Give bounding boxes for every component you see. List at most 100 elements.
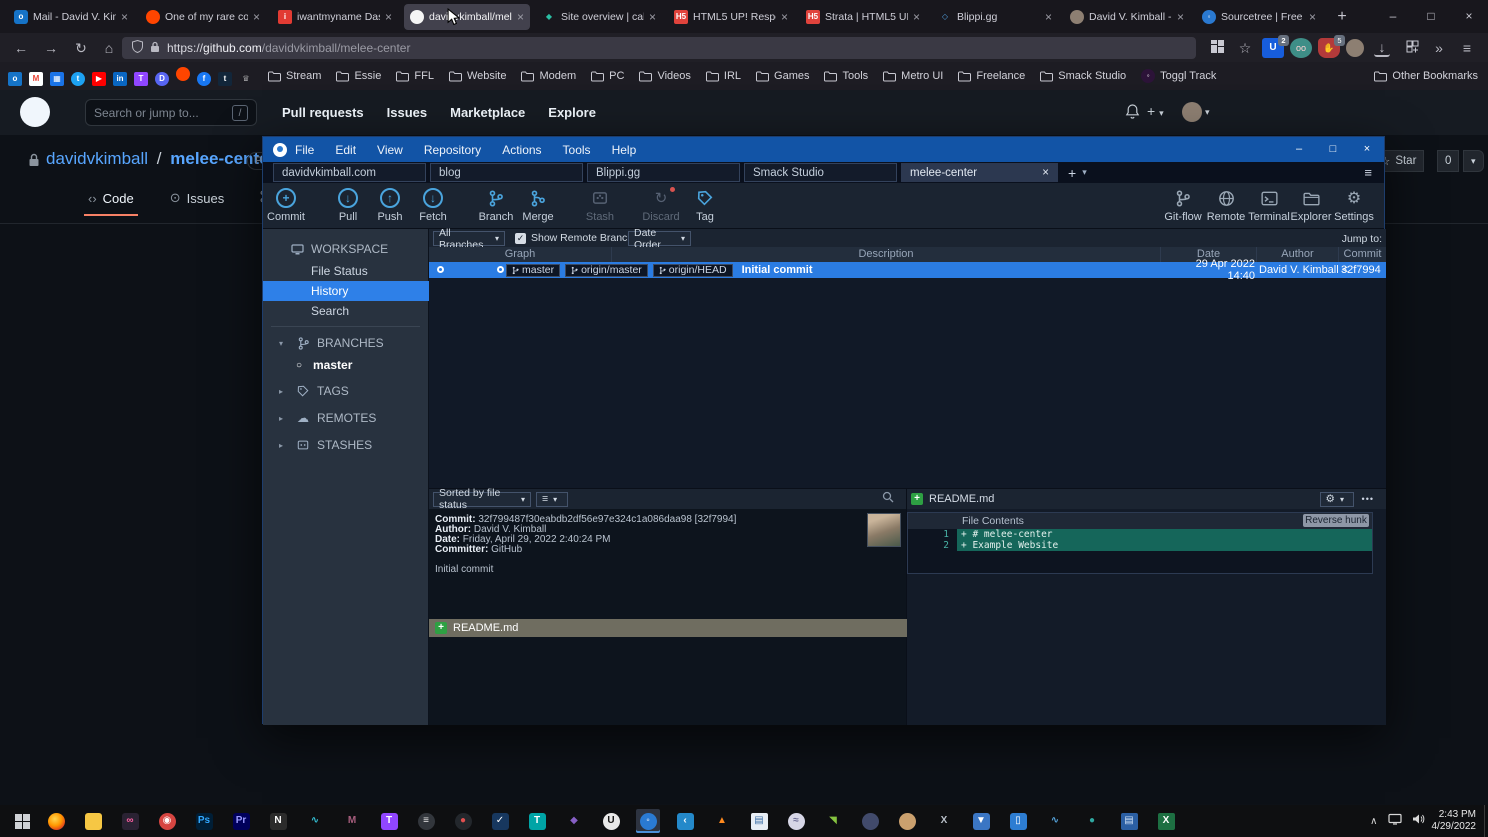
taskbar-icon-premiere[interactable]: Pr xyxy=(229,809,253,833)
profile-avatar[interactable]: ▾ xyxy=(1182,102,1210,122)
github-nav-link[interactable]: Marketplace xyxy=(450,105,525,120)
taskbar-icon-sphere[interactable] xyxy=(858,809,882,833)
tab-close-icon[interactable]: × xyxy=(649,10,656,24)
extensions-puzzle-icon[interactable] xyxy=(1401,37,1423,59)
bookmark-folder[interactable]: Freelance xyxy=(958,70,1025,82)
browser-maximize-button[interactable]: □ xyxy=(1412,0,1450,33)
tab-close-icon[interactable]: × xyxy=(913,10,920,24)
col-commit[interactable]: Commit xyxy=(1339,247,1386,262)
tab-close-icon[interactable]: × xyxy=(1045,10,1052,24)
ref-badge[interactable]: origin/master xyxy=(565,264,648,277)
create-new-icon[interactable]: + ▾ xyxy=(1147,103,1164,119)
sidebar-item-file-status[interactable]: File Status xyxy=(263,261,429,281)
forward-icon[interactable]: → xyxy=(40,37,62,59)
github-nav-link[interactable]: Pull requests xyxy=(282,105,364,120)
taskbar-icon-vlc[interactable]: ▲ xyxy=(710,809,734,833)
bookmark-icon-linkedin[interactable]: in xyxy=(113,72,127,86)
profile-extension-icon[interactable] xyxy=(1346,39,1364,57)
view-mode-select[interactable]: ≡ ▾ xyxy=(536,492,568,507)
tab-close-icon[interactable]: × xyxy=(253,10,260,24)
stash-button[interactable]: Stash xyxy=(572,186,628,223)
browser-tab-reddit[interactable]: One of my rare colle × xyxy=(140,4,266,30)
ref-badge[interactable]: master xyxy=(506,264,560,277)
sort-select[interactable]: Sorted by file status ▾ xyxy=(433,492,531,507)
search-icon[interactable] xyxy=(882,490,894,508)
tab-close-icon[interactable]: × xyxy=(781,10,788,24)
fetch-button[interactable]: ↓ Fetch xyxy=(405,186,461,223)
star-count[interactable]: 0 xyxy=(1437,150,1459,172)
browser-minimize-button[interactable]: – xyxy=(1374,0,1412,33)
col-author[interactable]: Author xyxy=(1257,247,1339,262)
home-icon[interactable]: ⌂ xyxy=(98,37,120,59)
chevron-right-icon[interactable]: ▸ xyxy=(273,414,289,423)
bitwarden-extension-icon[interactable]: U 2 xyxy=(1262,38,1284,58)
taskbar-icon-hand[interactable] xyxy=(895,809,919,833)
menu-item[interactable]: Repository xyxy=(424,143,481,157)
taskbar-icon-twitch[interactable]: T xyxy=(377,809,401,833)
browser-tab-calm[interactable]: ◆ Site overview | calm- × xyxy=(536,4,662,30)
branches-section[interactable]: ▾ BRANCHES xyxy=(263,333,429,353)
browser-tab-blippi[interactable]: ◇ Blippi.gg × xyxy=(932,4,1058,30)
taskbar-icon-notion[interactable]: N xyxy=(266,809,290,833)
order-select[interactable]: Date Order ▾ xyxy=(628,231,691,246)
chevron-down-icon[interactable]: ▾ xyxy=(273,339,289,348)
browser-tab-sourcetree[interactable]: ◦ Sourcetree | Free Git × xyxy=(1196,4,1322,30)
show-remote-checkbox[interactable]: ✓ Show Remote Branches xyxy=(515,232,644,244)
browser-tab-strata[interactable]: H5 Strata | HTML5 UP × xyxy=(800,4,926,30)
github-nav-link[interactable]: Issues xyxy=(387,105,427,120)
taskbar-icon-feather-green[interactable]: ◥ xyxy=(821,809,845,833)
repo-tab[interactable]: Smack Studio xyxy=(744,163,897,182)
screenshot-grid-icon[interactable] xyxy=(1206,37,1228,59)
taskbar-icon-teal-swoosh[interactable]: ∿ xyxy=(303,809,327,833)
bookmark-folder[interactable]: Metro UI xyxy=(883,70,943,82)
bookmark-icon-tumblr[interactable]: t xyxy=(218,72,232,86)
taskbar-icon-swoosh-blue[interactable]: ∿ xyxy=(1043,809,1067,833)
new-tab-button[interactable]: + xyxy=(1330,5,1354,29)
tags-section[interactable]: ▸ TAGS xyxy=(263,381,429,401)
bookmark-icon-youtube[interactable]: ▶ xyxy=(92,72,106,86)
chevron-right-icon[interactable]: ▸ xyxy=(273,441,289,450)
github-nav-link[interactable]: Explore xyxy=(548,105,596,120)
branch-master[interactable]: ○ master xyxy=(263,355,429,375)
sourcetree-titlebar[interactable]: FileEditViewRepositoryActionsToolsHelp –… xyxy=(263,137,1384,162)
tab-close-icon[interactable]: × xyxy=(385,10,392,24)
taskbar-icon-swirl[interactable]: ≈ xyxy=(784,809,808,833)
tray-display-icon[interactable] xyxy=(1388,812,1402,830)
bookmark-star-icon[interactable]: ☆ xyxy=(1234,37,1256,59)
taskbar-icon-sourcetree[interactable]: ◦ xyxy=(636,809,660,833)
taskbar-icon-excel[interactable]: X xyxy=(1154,809,1178,833)
reverse-hunk-button[interactable]: Reverse hunk xyxy=(1303,514,1369,527)
file-row-readme[interactable]: + README.md xyxy=(429,619,907,637)
bookmark-icon-reddit[interactable] xyxy=(176,67,190,81)
menu-item[interactable]: Edit xyxy=(335,143,356,157)
taskbar-icon-unreal[interactable]: U xyxy=(599,809,623,833)
tag-button[interactable]: Tag xyxy=(677,186,733,223)
clock[interactable]: 2:43 PM 4/29/2022 xyxy=(1432,809,1477,833)
tab-close-icon[interactable]: × xyxy=(1177,10,1184,24)
bookmark-folder[interactable]: FFL xyxy=(396,70,434,82)
repo-owner-link[interactable]: davidvkimball xyxy=(46,149,148,168)
tab-close-icon[interactable]: × xyxy=(1042,167,1049,179)
bookmark-icon-calendar[interactable]: ▦ xyxy=(50,72,64,86)
github-search-input[interactable]: Search or jump to... / xyxy=(85,99,257,126)
taskbar-icon-doc-blue[interactable]: ▤ xyxy=(1117,809,1141,833)
tab-close-icon[interactable]: × xyxy=(1309,10,1316,24)
adblock-extension-icon[interactable]: ✋ 5 xyxy=(1318,38,1340,58)
diff-gear-select[interactable]: ⚙ ▾ xyxy=(1320,492,1354,507)
other-bookmarks[interactable]: Other Bookmarks xyxy=(1374,70,1478,82)
sidebar-item-search[interactable]: Search xyxy=(263,301,429,321)
bookmark-icon-facebook[interactable]: f xyxy=(197,72,211,86)
bookmark-folder[interactable]: Games xyxy=(756,70,809,82)
lock-icon[interactable] xyxy=(150,41,160,56)
settings-button[interactable]: ⚙ Settings xyxy=(1326,186,1382,223)
taskbar-icon-firefox[interactable] xyxy=(44,809,68,833)
tray-volume-icon[interactable] xyxy=(1412,812,1426,830)
menu-item[interactable]: Tools xyxy=(563,143,591,157)
downloads-icon[interactable]: ↓ xyxy=(1374,39,1390,57)
taskbar-icon-photoshop[interactable]: Ps xyxy=(192,809,216,833)
bookmark-icon-twitch[interactable]: T xyxy=(134,72,148,86)
commit-button[interactable]: + Commit xyxy=(258,186,314,223)
add-repo-tab-button[interactable]: + xyxy=(1068,165,1076,181)
menu-item[interactable]: Help xyxy=(612,143,637,157)
repo-tab[interactable]: davidvkimball.com xyxy=(273,163,426,182)
